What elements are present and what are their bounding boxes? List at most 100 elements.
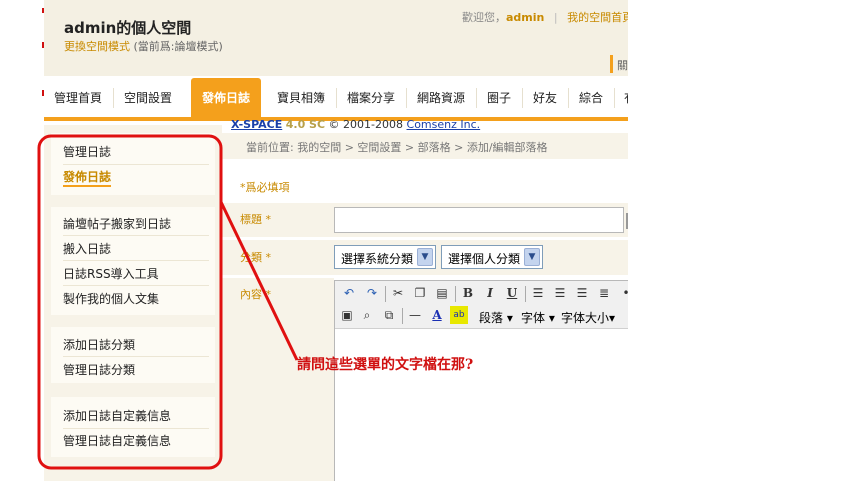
product-version: 4.0 SC [285,118,326,131]
sidebar-divider [63,235,209,236]
system-category-value: 選擇系統分類 [341,252,414,266]
copyright-line: X-SPACE 4.0 SC © 2001-2008 Comsenz Inc. [231,118,480,131]
cut-icon[interactable]: ✂ [389,284,407,302]
sidebar-divider [63,164,209,165]
sidebar-item-forum-move[interactable]: 論壇帖子搬家到日誌 [63,215,171,232]
tab-friends[interactable]: 好友 [533,76,557,117]
clipped-header-link[interactable]: 關 [617,57,628,73]
title-input-edge [626,213,628,229]
search-icon[interactable]: ⌕ [358,306,376,324]
justify-icon[interactable]: ≣ [595,284,613,302]
sidebar-item-publish-blog[interactable]: 發佈日誌 [63,168,112,187]
tab-separator [113,88,114,108]
sidebar-group-category: 添加日誌分類 管理日誌分類 [51,327,215,383]
sidebar-divider [63,285,209,286]
font-size-dropdown[interactable]: 字体大小▾ [561,309,615,326]
tab-separator [522,88,523,108]
current-mode-text: (當前爲:論壇模式) [133,40,223,53]
sidebar-group-manage: 管理日誌 發佈日誌 [51,133,215,195]
more-tools-icon[interactable]: • [617,284,628,302]
font-color-icon[interactable]: A [428,306,446,324]
required-note: *爲必填項 [240,181,290,194]
font-dropdown[interactable]: 字体 ▾ [521,309,555,326]
my-space-home-link[interactable]: 我的空間首頁 [567,11,628,24]
tab-clipped[interactable]: 有 [624,76,628,117]
product-link[interactable]: X-SPACE [231,118,282,131]
sidebar-divider [63,260,209,261]
header-accent-mark [610,55,613,73]
redo-icon[interactable]: ↷ [363,284,381,302]
toolbar-separator [385,286,386,302]
tab-space-settings[interactable]: 空間設置 [124,76,172,117]
align-left-icon[interactable]: ☰ [529,284,547,302]
chevron-down-icon[interactable]: ▼ [417,248,433,266]
screenshot-stage: admin的個人空間 更換空間模式 (當前爲:論壇模式) 歡迎您，admin |… [0,0,856,481]
company-link[interactable]: Comsenz Inc. [407,118,481,131]
paragraph-dropdown[interactable]: 段落 ▾ [479,309,513,326]
tab-separator [614,88,615,108]
bold-icon[interactable]: B [459,284,477,302]
tab-file-share[interactable]: 檔案分享 [347,76,395,117]
toolbar-separator [455,286,456,302]
change-mode-link[interactable]: 更換空間模式 [64,40,130,53]
sidebar-item-manage-category[interactable]: 管理日誌分類 [63,361,135,378]
tab-separator [476,88,477,108]
tab-separator [568,88,569,108]
undo-icon[interactable]: ↶ [340,284,358,302]
sidebar-item-add-custom-info[interactable]: 添加日誌自定義信息 [63,407,171,424]
breadcrumb: 當前位置: 我的空間 > 空間設置 > 部落格 > 添加/編輯部落格 [246,141,548,154]
sidebar-item-manage-custom-info[interactable]: 管理日誌自定義信息 [63,432,171,449]
source-icon[interactable]: ▣ [338,306,356,324]
sidebar-group-custom-info: 添加日誌自定義信息 管理日誌自定義信息 [51,397,215,457]
tab-publish-blog[interactable]: 發佈日誌 [191,78,261,121]
italic-icon[interactable]: I [481,284,499,302]
sidebar-item-manage-blog[interactable]: 管理日誌 [63,143,111,160]
paragraph-label: 段落 [479,311,504,325]
font-size-label: 字体大小 [561,311,610,325]
main-content: 當前位置: 我的空間 > 空間設置 > 部落格 > 添加/編輯部落格 *爲必填項… [222,125,628,481]
underline-icon[interactable]: U [503,284,521,302]
personal-category-value: 選擇個人分類 [448,252,521,266]
tab-circles[interactable]: 圈子 [487,76,511,117]
title-label: 標題 * [240,213,271,226]
sidebar-divider [63,428,209,429]
toolbar-separator [402,308,403,324]
rich-text-editor[interactable]: ↶ ↷ ✂ ❐ ▤ B I U ☰ ☰ ☰ ≣ • ▣ [334,280,628,481]
title-input[interactable] [334,207,624,233]
tab-general[interactable]: 綜合 [579,76,603,117]
annotation-question: 請問這些選單的文字檔在那? [297,357,474,373]
copyright-years: © 2001-2008 [328,118,404,131]
tab-photo-album[interactable]: 寶貝相簿 [277,76,325,117]
highlight-icon[interactable]: ab [450,306,468,324]
breadcrumb-bar: 當前位置: 我的空間 > 空間設置 > 部落格 > 添加/編輯部落格 [222,133,628,159]
copy-icon[interactable]: ❐ [411,284,429,302]
horizontal-rule-icon[interactable]: — [406,306,424,324]
sidebar-group-import: 論壇帖子搬家到日誌 搬入日誌 日誌RSS導入工具 製作我的個人文集 [51,207,215,315]
tab-separator [406,88,407,108]
personal-category-select[interactable]: 選擇個人分類 ▼ [441,245,543,269]
find-replace-icon[interactable]: ⧉ [380,306,398,324]
welcome-username[interactable]: admin [506,11,544,24]
sidebar-item-add-category[interactable]: 添加日誌分類 [63,336,135,353]
tab-web-resources[interactable]: 網路資源 [417,76,465,117]
tab-admin-home[interactable]: 管理首頁 [54,76,102,117]
sidebar-item-rss-import[interactable]: 日誌RSS導入工具 [63,265,159,282]
paste-icon[interactable]: ▤ [433,284,451,302]
sidebar: 管理日誌 發佈日誌 論壇帖子搬家到日誌 搬入日誌 日誌RSS導入工具 製作我的個… [44,125,222,481]
chevron-down-icon[interactable]: ▼ [524,248,540,266]
welcome-prefix: 歡迎您， [462,11,506,24]
align-right-icon[interactable]: ☰ [573,284,591,302]
sidebar-item-personal-collection[interactable]: 製作我的個人文集 [63,290,159,307]
tab-separator [336,88,337,108]
top-divider: | [553,11,558,24]
space-admin-window: admin的個人空間 更換空間模式 (當前爲:論壇模式) 歡迎您，admin |… [44,0,628,481]
align-center-icon[interactable]: ☰ [551,284,569,302]
content-label-column [222,278,334,481]
page-header: admin的個人空間 更換空間模式 (當前爲:論壇模式) 歡迎您，admin |… [44,0,628,76]
system-category-select[interactable]: 選擇系統分類 ▼ [334,245,436,269]
editor-toolbar: ↶ ↷ ✂ ❐ ▤ B I U ☰ ☰ ☰ ≣ • ▣ [335,281,628,329]
toolbar-separator [525,286,526,302]
sidebar-divider [63,356,209,357]
content-label: 內容 * [240,288,271,301]
sidebar-item-import-blog[interactable]: 搬入日誌 [63,240,111,257]
